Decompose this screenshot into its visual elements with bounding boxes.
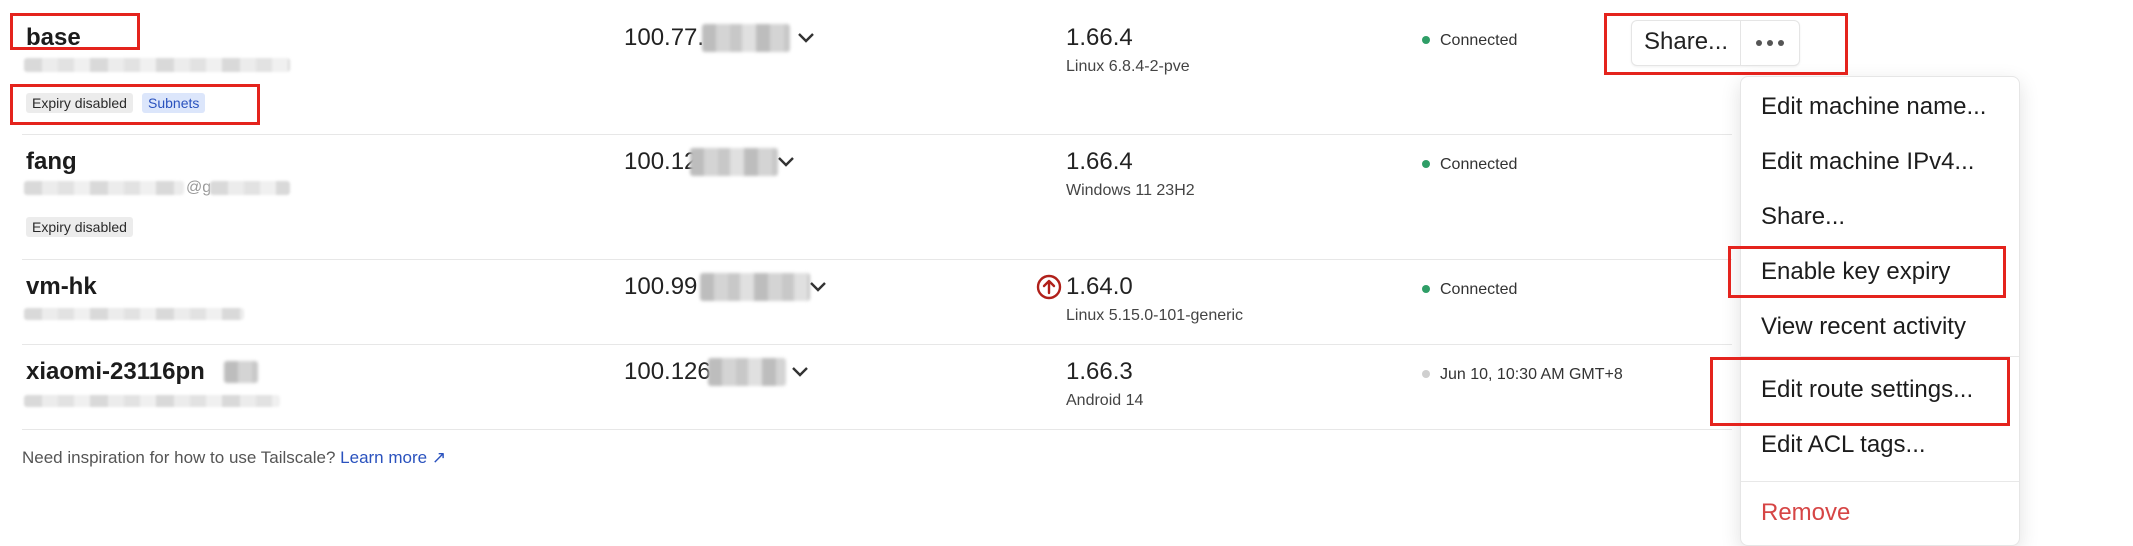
os-version: Android 14 (1066, 392, 1144, 409)
menu-item-edit-acl-tags[interactable]: Edit ACL tags... (1761, 431, 1926, 459)
os-version: Linux 6.8.4-2-pve (1066, 58, 1190, 75)
owner-email-partial: @g (186, 179, 212, 196)
ip-redacted (700, 273, 810, 301)
status-dot-icon (1422, 284, 1430, 293)
menu-item-edit-machine-name[interactable]: Edit machine name... (1761, 93, 1986, 121)
last-seen-status: Jun 10, 10:30 AM GMT+8 (1422, 366, 1623, 384)
menu-item-edit-route-settings[interactable]: Edit route settings... (1761, 376, 1973, 404)
menu-item-edit-machine-ipv4[interactable]: Edit machine IPv4... (1761, 148, 1974, 176)
connection-status: Connected (1422, 32, 1517, 50)
status-dot-icon (1422, 159, 1430, 168)
machine-ip[interactable]: 100.12 (624, 148, 697, 176)
menu-item-share[interactable]: Share... (1761, 203, 1845, 231)
ip-redacted (708, 358, 786, 386)
machine-ip[interactable]: 100.126 (624, 358, 711, 386)
owner-email-redacted (24, 308, 244, 320)
client-version: 1.66.4 (1066, 148, 1133, 175)
owner-email-redacted (24, 58, 290, 72)
ip-redacted (702, 24, 790, 52)
subnets-badge: Subnets (142, 93, 206, 113)
status-text: Jun 10, 10:30 AM GMT+8 (1440, 366, 1623, 383)
row-actions: Share... (1631, 20, 1801, 66)
menu-item-view-recent-activity[interactable]: View recent activity (1761, 313, 1966, 341)
chevron-down-icon[interactable] (808, 281, 828, 293)
footer-text: Need inspiration for how to use Tailscal… (22, 448, 336, 467)
connection-status: Connected (1422, 281, 1517, 299)
menu-divider (1741, 481, 2019, 482)
footer-hint: Need inspiration for how to use Tailscal… (22, 448, 446, 468)
name-redacted (224, 361, 258, 383)
chevron-down-icon[interactable] (790, 366, 810, 378)
status-text: Connected (1440, 156, 1518, 173)
status-text: Connected (1440, 281, 1518, 298)
status-dot-icon (1422, 369, 1430, 378)
os-version: Windows 11 23H2 (1066, 182, 1195, 199)
machine-name[interactable]: base (26, 24, 81, 52)
chevron-down-icon[interactable] (796, 32, 816, 44)
expiry-disabled-badge: Expiry disabled (26, 217, 133, 237)
machine-name[interactable]: xiaomi-23116pn (26, 358, 205, 386)
machine-ip[interactable]: 100.77. (624, 24, 704, 52)
share-button[interactable]: Share... (1632, 21, 1740, 65)
ip-redacted (690, 148, 778, 176)
status-text: Connected (1440, 32, 1518, 49)
owner-email-redacted (24, 395, 280, 407)
client-version: 1.66.4 (1066, 24, 1133, 51)
menu-divider (1741, 356, 2019, 357)
row-divider (22, 429, 1732, 430)
expiry-disabled-badge: Expiry disabled (26, 93, 133, 113)
connection-status: Connected (1422, 156, 1517, 174)
learn-more-link[interactable]: Learn more ↗ (340, 448, 446, 467)
ellipsis-icon[interactable] (1740, 21, 1799, 65)
owner-email-redacted (24, 181, 184, 195)
status-dot-icon (1422, 35, 1430, 44)
chevron-down-icon[interactable] (776, 156, 796, 168)
machine-name[interactable]: fang (26, 148, 77, 176)
update-available-icon[interactable] (1036, 274, 1062, 300)
machine-ip[interactable]: 100.99 (624, 273, 697, 301)
menu-item-remove[interactable]: Remove (1761, 499, 1850, 527)
client-version: 1.64.0 (1066, 273, 1133, 300)
machine-actions-menu: Edit machine name... Edit machine IPv4..… (1740, 76, 2020, 546)
os-version: Linux 5.15.0-101-generic (1066, 307, 1244, 324)
machine-name[interactable]: vm-hk (26, 273, 97, 301)
menu-item-enable-key-expiry[interactable]: Enable key expiry (1761, 258, 1950, 286)
owner-email-redacted (210, 181, 290, 195)
client-version: 1.66.3 (1066, 358, 1133, 385)
